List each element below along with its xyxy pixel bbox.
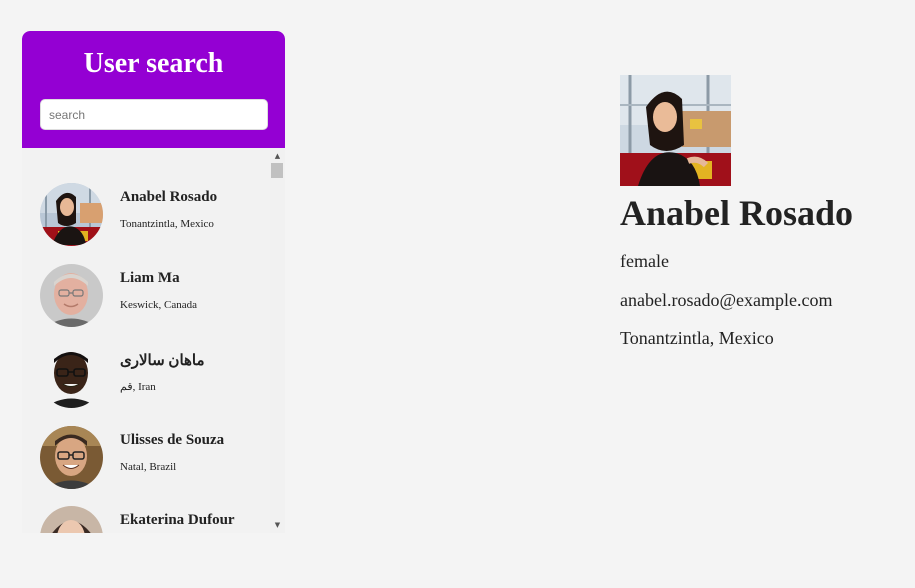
- user-location: Natal, Brazil: [120, 461, 177, 473]
- list-item-mahan-salari[interactable]: ماهان سالاری قم, Iran: [22, 345, 270, 425]
- scroll-thumb[interactable]: [271, 163, 283, 178]
- list-scrollbar[interactable]: ▲ ▼: [270, 148, 285, 533]
- list-item-ulisses-de-souza[interactable]: Ulisses de Souza Natal, Brazil: [22, 426, 270, 506]
- profile-name: Anabel Rosado: [620, 193, 854, 233]
- profile-email: anabel.rosado@example.com: [620, 290, 833, 310]
- list-item-anabel-rosado[interactable]: Anabel Rosado Tonantzintla, Mexico: [22, 183, 270, 263]
- avatar: [40, 345, 103, 408]
- search-input[interactable]: [40, 99, 268, 130]
- user-location: Tonantzintla, Mexico: [120, 218, 214, 230]
- profile-location: Tonantzintla, Mexico: [620, 328, 774, 348]
- panel-title: User search: [83, 48, 224, 79]
- user-location: Keswick, Canada: [120, 299, 197, 311]
- avatar: [40, 506, 103, 533]
- user-search-panel: User search Anabel Rosado: [22, 31, 285, 533]
- list-item-liam-ma[interactable]: Liam Ma Keswick, Canada: [22, 264, 270, 344]
- scroll-down-arrow-icon[interactable]: ▼: [270, 519, 285, 531]
- avatar: [40, 264, 103, 327]
- avatar: [40, 183, 103, 246]
- user-name: Anabel Rosado: [120, 189, 218, 205]
- user-name: Liam Ma: [120, 270, 180, 286]
- user-name: Ekaterina Dufour: [120, 512, 235, 528]
- list-item-ekaterina-dufour[interactable]: Ekaterina Dufour: [22, 506, 270, 533]
- user-location: قم, Iran: [120, 381, 156, 393]
- user-name: Ulisses de Souza: [120, 432, 225, 448]
- search-header: User search: [22, 31, 285, 148]
- avatar: [40, 426, 103, 489]
- user-list: Anabel Rosado Tonantzintla, Mexico Liam …: [22, 148, 270, 533]
- profile-gender: female: [620, 251, 669, 271]
- user-name: ماهان سالاری: [120, 353, 205, 369]
- profile-photo: [620, 75, 731, 186]
- scroll-up-arrow-icon[interactable]: ▲: [270, 150, 285, 162]
